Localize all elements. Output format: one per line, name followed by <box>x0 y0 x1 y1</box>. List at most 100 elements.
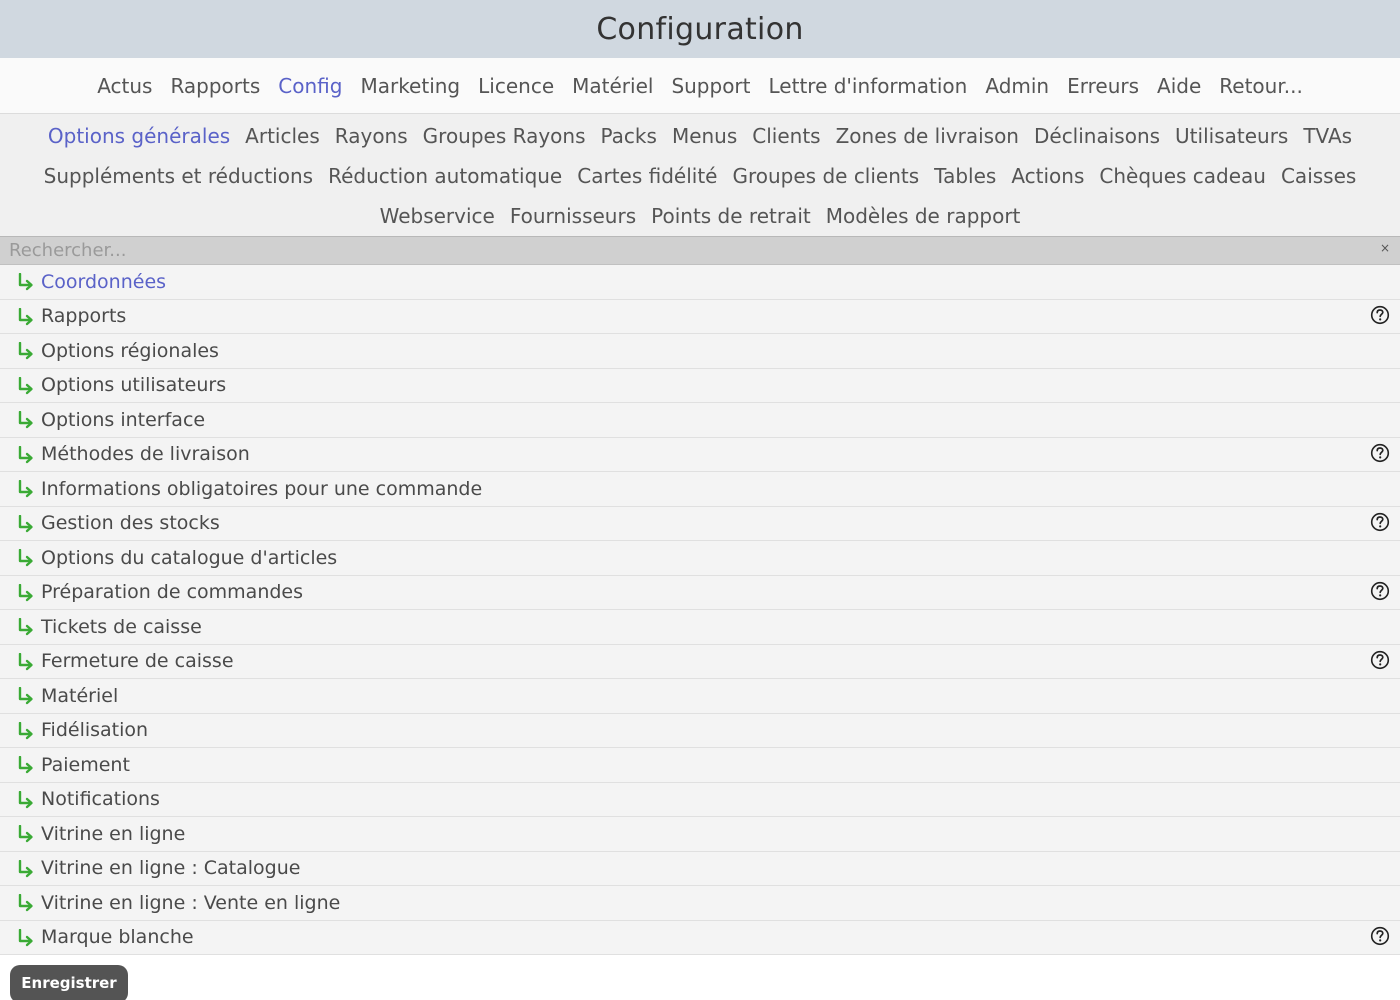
settings-section-options-regionales[interactable]: Options régionales <box>0 334 1400 369</box>
sub-nav-cartes-fidelite[interactable]: Cartes fidélité <box>577 164 717 188</box>
main-nav-licence[interactable]: Licence <box>478 74 554 98</box>
settings-section-fermeture-de-caisse[interactable]: Fermeture de caisse <box>0 644 1400 679</box>
sub-nav-groupes-rayons[interactable]: Groupes Rayons <box>423 124 586 148</box>
title-bar: Configuration <box>0 0 1400 58</box>
settings-section-label: Marque blanche <box>41 926 194 949</box>
sub-nav-row: Options générales Articles Rayons Groupes R… <box>10 116 1390 156</box>
help-circle-icon[interactable] <box>1370 443 1390 463</box>
close-icon[interactable]: × <box>1380 241 1390 255</box>
return-arrow-icon <box>18 307 33 325</box>
return-arrow-icon <box>18 652 33 670</box>
settings-section-vitrine-en-ligne-vente-en-ligne[interactable]: Vitrine en ligne : Vente en ligne <box>0 886 1400 921</box>
main-nav-retour[interactable]: Retour... <box>1219 74 1303 98</box>
help-circle-icon[interactable] <box>1370 650 1390 670</box>
return-arrow-icon <box>18 687 33 705</box>
return-arrow-icon <box>18 583 33 601</box>
save-button[interactable]: Enregistrer <box>10 965 128 1000</box>
main-nav-erreurs[interactable]: Erreurs <box>1067 74 1139 98</box>
settings-section-tickets-de-caisse[interactable]: Tickets de caisse <box>0 610 1400 645</box>
sub-nav-row: Webservice Fournisseurs Points de retrait M… <box>10 196 1390 236</box>
settings-section-label: Options interface <box>41 408 206 431</box>
return-arrow-icon <box>18 618 33 636</box>
sub-nav-declinaisons[interactable]: Déclinaisons <box>1034 124 1160 148</box>
settings-section-label: Options régionales <box>41 339 219 362</box>
sub-nav-fournisseurs[interactable]: Fournisseurs <box>510 204 636 228</box>
search-input[interactable] <box>0 237 1370 264</box>
settings-section-label: Notifications <box>41 788 160 811</box>
return-arrow-icon <box>18 894 33 912</box>
return-arrow-icon <box>18 273 33 291</box>
sub-nav-tvas[interactable]: TVAs <box>1303 124 1352 148</box>
sub-nav-articles[interactable]: Articles <box>245 124 320 148</box>
sub-nav-points-de-retrait[interactable]: Points de retrait <box>651 204 811 228</box>
settings-section-label: Vitrine en ligne : Catalogue <box>41 857 301 880</box>
settings-section-marque-blanche[interactable]: Marque blanche <box>0 920 1400 955</box>
sub-nav-modeles-de-rapport[interactable]: Modèles de rapport <box>826 204 1021 228</box>
settings-section-notifications[interactable]: Notifications <box>0 782 1400 817</box>
settings-section-options-utilisateurs[interactable]: Options utilisateurs <box>0 368 1400 403</box>
sub-nav-clients[interactable]: Clients <box>752 124 820 148</box>
sub-nav-utilisateurs[interactable]: Utilisateurs <box>1175 124 1288 148</box>
sub-nav: Options générales Articles Rayons Groupes R… <box>0 114 1400 236</box>
return-arrow-icon <box>18 928 33 946</box>
settings-section-vitrine-en-ligne[interactable]: Vitrine en ligne <box>0 817 1400 852</box>
main-nav-actus[interactable]: Actus <box>97 74 152 98</box>
main-nav-materiel[interactable]: Matériel <box>572 74 653 98</box>
return-arrow-icon <box>18 376 33 394</box>
settings-section-methodes-de-livraison[interactable]: Méthodes de livraison <box>0 437 1400 472</box>
settings-section-label: Matériel <box>41 684 119 707</box>
settings-section-informations-obligatoires-pour-une-commande[interactable]: Informations obligatoires pour une comma… <box>0 472 1400 507</box>
main-nav-support[interactable]: Support <box>671 74 750 98</box>
return-arrow-icon <box>18 342 33 360</box>
sub-nav-rayons[interactable]: Rayons <box>335 124 408 148</box>
main-nav-marketing[interactable]: Marketing <box>360 74 460 98</box>
settings-section-paiement[interactable]: Paiement <box>0 748 1400 783</box>
main-nav-rapports[interactable]: Rapports <box>170 74 260 98</box>
settings-section-label: Options utilisateurs <box>41 374 227 397</box>
settings-section-label: Fidélisation <box>41 719 149 742</box>
settings-section-rapports[interactable]: Rapports <box>0 299 1400 334</box>
sub-nav-zones-de-livraison[interactable]: Zones de livraison <box>836 124 1019 148</box>
settings-section-label: Paiement <box>41 753 130 776</box>
return-arrow-icon <box>18 480 33 498</box>
sub-nav-webservice[interactable]: Webservice <box>380 204 495 228</box>
settings-section-materiel[interactable]: Matériel <box>0 679 1400 714</box>
help-circle-icon[interactable] <box>1370 305 1390 325</box>
sub-nav-menus[interactable]: Menus <box>672 124 737 148</box>
settings-section-label: Informations obligatoires pour une comma… <box>41 477 483 500</box>
help-circle-icon[interactable] <box>1370 512 1390 532</box>
return-arrow-icon <box>18 721 33 739</box>
sub-nav-groupes-de-clients[interactable]: Groupes de clients <box>732 164 919 188</box>
return-arrow-icon <box>18 825 33 843</box>
main-nav-admin[interactable]: Admin <box>985 74 1049 98</box>
sub-nav-tables[interactable]: Tables <box>934 164 996 188</box>
settings-section-options-interface[interactable]: Options interface <box>0 403 1400 438</box>
settings-section-fidelisation[interactable]: Fidélisation <box>0 713 1400 748</box>
sub-nav-packs[interactable]: Packs <box>601 124 657 148</box>
settings-section-vitrine-en-ligne-catalogue[interactable]: Vitrine en ligne : Catalogue <box>0 851 1400 886</box>
help-circle-icon[interactable] <box>1370 926 1390 946</box>
help-circle-icon[interactable] <box>1370 581 1390 601</box>
sub-nav-supplements-et-reductions[interactable]: Suppléments et réductions <box>44 164 313 188</box>
save-button-label: Enregistrer <box>21 974 117 992</box>
settings-section-gestion-des-stocks[interactable]: Gestion des stocks <box>0 506 1400 541</box>
sub-nav-caisses[interactable]: Caisses <box>1281 164 1356 188</box>
settings-section-label: Options du catalogue d'articles <box>41 546 338 569</box>
settings-section-list: Coordonnées Rapports Options régionales Opt… <box>0 265 1400 955</box>
settings-section-label: Coordonnées <box>41 270 167 293</box>
return-arrow-icon <box>18 859 33 877</box>
sub-nav-actions[interactable]: Actions <box>1011 164 1084 188</box>
main-nav-config[interactable]: Config <box>278 74 342 98</box>
sub-nav-row: Suppléments et réductions Réduction autom… <box>10 156 1390 196</box>
main-nav-aide[interactable]: Aide <box>1157 74 1201 98</box>
settings-section-preparation-de-commandes[interactable]: Préparation de commandes <box>0 575 1400 610</box>
return-arrow-icon <box>18 790 33 808</box>
settings-section-options-du-catalogue-d-articles[interactable]: Options du catalogue d'articles <box>0 541 1400 576</box>
sub-nav-reduction-automatique[interactable]: Réduction automatique <box>328 164 562 188</box>
return-arrow-icon <box>18 411 33 429</box>
main-nav-lettre-d-information[interactable]: Lettre d'information <box>769 74 968 98</box>
settings-section-label: Vitrine en ligne <box>41 822 186 845</box>
settings-section-coordonnees[interactable]: Coordonnées <box>0 265 1400 300</box>
sub-nav-cheques-cadeau[interactable]: Chèques cadeau <box>1099 164 1266 188</box>
sub-nav-options-generales[interactable]: Options générales <box>48 124 230 148</box>
